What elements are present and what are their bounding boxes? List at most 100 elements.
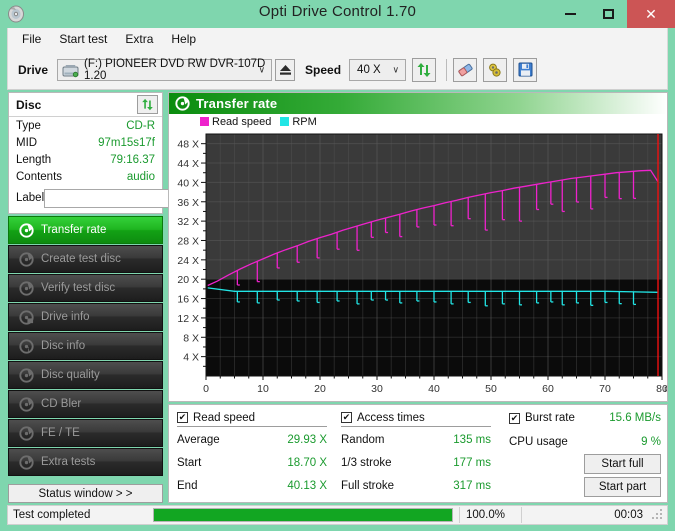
drive-label: Drive — [18, 63, 48, 77]
chart-svg: 4 X8 X12 X16 X20 X24 X28 X32 X36 X40 X44… — [169, 129, 667, 401]
burst-rate-header: ✔ Burst rate 15.6 MB/s — [509, 411, 661, 427]
svg-text:36 X: 36 X — [177, 197, 199, 209]
svg-text:i: i — [27, 345, 29, 354]
read-speed-checkbox[interactable]: ✔ — [177, 412, 188, 423]
toolbar: Drive (F:) PIONEER DVD RW DVR-107D 1.20 … — [7, 50, 668, 90]
menu-item-file[interactable]: File — [14, 29, 49, 49]
sidebar-item-extra-tests[interactable]: Extra tests — [8, 448, 163, 476]
status-text: Test completed — [13, 509, 153, 521]
speed-label: Speed — [305, 63, 341, 77]
svg-text:40: 40 — [428, 383, 440, 395]
sidebar-item-create-test-disc[interactable]: Create test disc — [8, 245, 163, 273]
progress-percent: 100.0% — [459, 507, 521, 523]
sidebar-item-transfer-rate[interactable]: Transfer rate — [8, 216, 163, 244]
sidebar-item-label: Transfer rate — [41, 224, 106, 236]
third-stroke-label: 1/3 stroke — [341, 457, 392, 469]
disc-info-panel: Disc Type CD-R MID 97m15s17f Length 79:1… — [8, 92, 163, 214]
access-times-checkbox[interactable]: ✔ — [341, 412, 352, 423]
disc-mid-label: MID — [16, 137, 37, 149]
toolbar-separator — [446, 59, 447, 81]
chart-title: Transfer rate — [196, 96, 277, 111]
speed-select[interactable]: 40 X ∨ — [349, 59, 406, 81]
random-value: 135 ms — [453, 434, 491, 446]
maximize-button[interactable] — [589, 0, 627, 28]
disc-refresh-button[interactable] — [137, 95, 158, 114]
svg-text:min: min — [664, 383, 667, 395]
disc-mid-value: 97m15s17f — [98, 137, 155, 149]
cpu-usage-value: 9 % — [641, 436, 661, 448]
svg-text:4 X: 4 X — [183, 352, 199, 364]
stat-row-start: Start 18.70 X — [177, 453, 327, 473]
end-value: 40.13 X — [287, 480, 327, 492]
legend-swatch-rpm — [280, 117, 289, 126]
maximize-icon — [603, 9, 614, 19]
svg-text:60: 60 — [542, 383, 554, 395]
refresh-icon — [416, 62, 432, 78]
chart-legend: Read speed RPM — [169, 114, 667, 129]
close-button[interactable]: ✕ — [627, 0, 675, 28]
save-button[interactable] — [513, 58, 537, 82]
svg-text:20 X: 20 X — [177, 274, 199, 286]
disc-row-mid: MID 97m15s17f — [9, 134, 162, 151]
disc-label-row: Label — [9, 187, 162, 209]
transfer-rate-chart-panel: Transfer rate Read speed RPM 4 X8 X12 X1… — [168, 92, 668, 402]
menu-item-help[interactable]: Help — [163, 29, 204, 49]
tools-icon — [487, 62, 503, 78]
disc-label-label: Label — [16, 192, 44, 204]
disc-test-icon — [15, 368, 37, 383]
svg-text:48 X: 48 X — [177, 139, 199, 151]
svg-text:40 X: 40 X — [177, 177, 199, 189]
title-bar: Opti Drive Control 1.70 ✕ — [0, 0, 675, 28]
disc-type-label: Type — [16, 120, 41, 132]
sidebar-item-label: Drive info — [41, 311, 90, 323]
refresh-button[interactable] — [412, 58, 436, 82]
start-part-button[interactable]: Start part — [584, 477, 661, 497]
erase-button[interactable] — [453, 58, 477, 82]
random-label: Random — [341, 434, 384, 446]
save-icon — [518, 62, 533, 77]
stat-row-average: Average 29.93 X — [177, 430, 327, 450]
sidebar-item-cd-bler[interactable]: CD Bler — [8, 390, 163, 418]
burst-rate-checkbox[interactable]: ✔ — [509, 413, 520, 424]
stat-row-cpu-usage: CPU usage 9 % — [509, 433, 661, 451]
drive-select[interactable]: (F:) PIONEER DVD RW DVR-107D 1.20 ∨ — [57, 59, 272, 81]
read-speed-stats: ✔ Read speed Average 29.93 X Start 18.70… — [177, 411, 327, 496]
svg-text:8 X: 8 X — [183, 332, 199, 344]
stat-row-random: Random 135 ms — [341, 430, 491, 450]
svg-text:24 X: 24 X — [177, 255, 199, 267]
sidebar-item-disc-info[interactable]: i Disc info — [8, 332, 163, 360]
sidebar-item-verify-test-disc[interactable]: Verify test disc — [8, 274, 163, 302]
minimize-button[interactable] — [551, 0, 589, 28]
disc-row-contents: Contents audio — [9, 168, 162, 185]
disc-type-value: CD-R — [126, 120, 155, 132]
menu-item-start-test[interactable]: Start test — [51, 29, 115, 49]
start-full-button[interactable]: Start full — [584, 454, 661, 474]
svg-text:28 X: 28 X — [177, 235, 199, 247]
disc-test-icon — [15, 252, 37, 267]
access-times-header: ✔ Access times — [341, 411, 491, 427]
refresh-icon — [141, 98, 154, 111]
status-window-button[interactable]: Status window > > — [8, 484, 163, 503]
sidebar-item-drive-info[interactable]: Drive info — [8, 303, 163, 331]
eject-button[interactable] — [275, 59, 295, 81]
svg-text:0: 0 — [203, 383, 209, 395]
disc-length-label: Length — [16, 154, 51, 166]
access-times-stats: ✔ Access times Random 135 ms 1/3 stroke … — [341, 411, 491, 496]
legend-swatch-read-speed — [200, 117, 209, 126]
disc-contents-value: audio — [127, 171, 155, 183]
tools-button[interactable] — [483, 58, 507, 82]
read-speed-header: ✔ Read speed — [177, 411, 327, 427]
menu-item-extra[interactable]: Extra — [117, 29, 161, 49]
eraser-icon — [457, 62, 474, 78]
burst-rate-stats: ✔ Burst rate 15.6 MB/s CPU usage 9 % Sta… — [509, 411, 661, 497]
legend-label-rpm: RPM — [292, 116, 316, 128]
disc-row-length: Length 79:16.37 — [9, 151, 162, 168]
sidebar-item-label: CD Bler — [41, 398, 81, 410]
sidebar-item-fe-te[interactable]: FE / TE — [8, 419, 163, 447]
svg-text:30: 30 — [371, 383, 383, 395]
disc-contents-label: Contents — [16, 171, 62, 183]
sidebar-item-disc-quality[interactable]: Disc quality — [8, 361, 163, 389]
stat-row-third-stroke: 1/3 stroke 177 ms — [341, 453, 491, 473]
start-label: Start — [177, 457, 201, 469]
resize-grip-icon[interactable] — [651, 508, 665, 522]
